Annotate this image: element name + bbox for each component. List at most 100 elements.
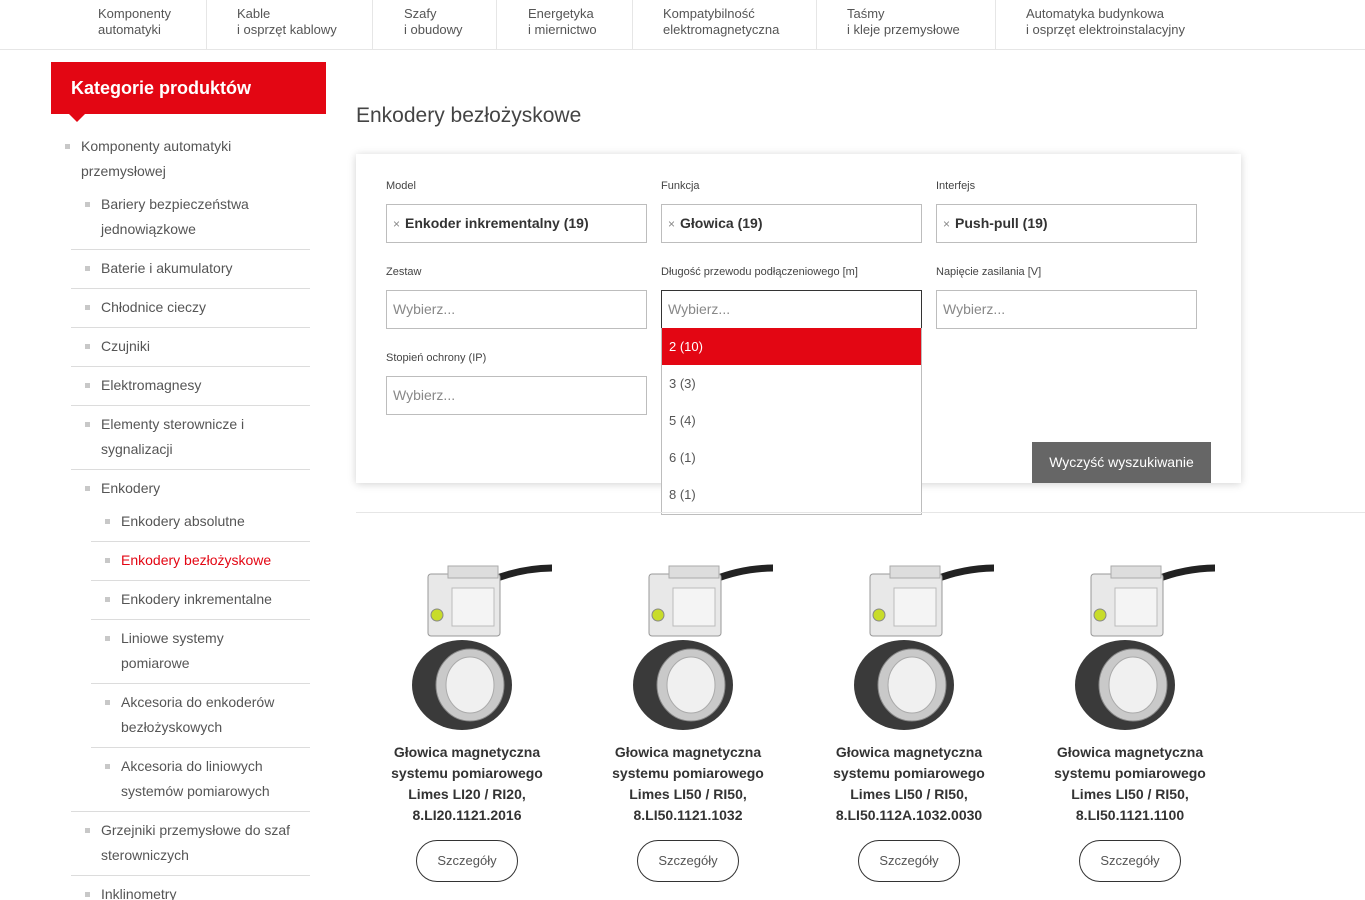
dlugosc-select[interactable]: Wybierz...	[661, 290, 922, 329]
filter-label-ip: Stopień ochrony (IP)	[386, 352, 487, 364]
sidebar-item-baterie[interactable]: Baterie i akumulatory	[85, 256, 233, 281]
sidebar-item-elektromagnesy[interactable]: Elektromagnesy	[85, 373, 202, 398]
sidebar-item-czujniki[interactable]: Czujniki	[85, 334, 150, 359]
dropdown-option[interactable]: 6 (1)	[662, 439, 921, 476]
encoder-head-image[interactable]	[1045, 560, 1215, 730]
nav-line: Kable	[237, 6, 271, 21]
nav-item-energetyka[interactable]: Energetyka i miernictwo	[528, 0, 633, 49]
sidebar-sub-liniowe-systemy[interactable]: Liniowe systemy pomiarowe	[105, 626, 224, 676]
napiecie-select[interactable]: Wybierz...	[936, 290, 1197, 329]
sidebar-title: Kategorie produktów	[51, 62, 326, 122]
cat-line: przemysłowej	[81, 163, 166, 179]
filter-label-interfejs: Interfejs	[936, 180, 976, 192]
sidebar-sub-akcesoria-enkoderow[interactable]: Akcesoria do enkoderów bezłożyskowych	[105, 690, 274, 740]
nav-item-automatyka-budynkowa[interactable]: Automatyka budynkowa i osprzęt elektroins…	[1026, 0, 1216, 49]
encoder-head-image[interactable]	[382, 560, 552, 730]
filter-label-napiecie: Napięcie zasilania [V]	[936, 266, 1042, 278]
product-name-line: Limes LI20 / RI20,	[408, 786, 526, 802]
bullet-icon	[85, 266, 90, 271]
divider	[91, 747, 310, 748]
cat-line: bezłożyskowych	[121, 719, 223, 735]
model-selected-value: Enkoder inkrementalny (19)	[405, 215, 589, 231]
details-button[interactable]: Szczegóły	[416, 840, 518, 882]
interfejs-select[interactable]: × Push-pull (19)	[936, 204, 1197, 243]
encoder-head-image[interactable]	[603, 560, 773, 730]
divider	[71, 811, 310, 812]
details-button[interactable]: Szczegóły	[1079, 840, 1181, 882]
remove-icon[interactable]: ×	[943, 217, 950, 231]
bullet-icon	[105, 764, 110, 769]
filter-label-model: Model	[386, 180, 416, 192]
divider	[91, 580, 310, 581]
product-name-line: Głowica magnetyczna	[393, 744, 541, 760]
product-name-line: Limes LI50 / RI50,	[1071, 786, 1189, 802]
nav-line: i kleje przemysłowe	[847, 22, 960, 37]
remove-icon[interactable]: ×	[668, 217, 675, 231]
product-name[interactable]: Głowica magnetyczna systemu pomiarowego …	[367, 742, 567, 826]
nav-item-tasmy[interactable]: Taśmy i kleje przemysłowe	[847, 0, 996, 49]
sidebar-item-elementy-sterownicze[interactable]: Elementy sterownicze i sygnalizacji	[85, 412, 244, 462]
nav-sep	[206, 0, 207, 49]
cat-line: Enkodery	[101, 480, 161, 496]
sidebar-sub-enkodery-inkrementalne[interactable]: Enkodery inkrementalne	[105, 587, 272, 612]
clear-search-button[interactable]: Wyczyść wyszukiwanie	[1032, 442, 1211, 483]
cat-line: sygnalizacji	[101, 441, 173, 457]
product-name-line: Limes LI50 / RI50,	[850, 786, 968, 802]
sidebar-sub-akcesoria-liniowych[interactable]: Akcesoria do liniowych systemów pomiarowy…	[105, 754, 270, 804]
bullet-icon	[65, 144, 70, 149]
funkcja-select[interactable]: × Głowica (19)	[661, 204, 922, 243]
remove-icon[interactable]: ×	[393, 217, 400, 231]
sidebar-item-inklinometry[interactable]: Inklinometry	[85, 882, 176, 900]
product-name[interactable]: Głowica magnetyczna systemu pomiarowego …	[809, 742, 1009, 826]
divider	[71, 366, 310, 367]
dropdown-option[interactable]: 3 (3)	[662, 365, 921, 402]
details-button[interactable]: Szczegóły	[858, 840, 960, 882]
divider	[91, 683, 310, 684]
product-card: Głowica magnetyczna systemu pomiarowego …	[1030, 560, 1230, 882]
product-card: Głowica magnetyczna systemu pomiarowego …	[588, 560, 788, 882]
product-name[interactable]: Głowica magnetyczna systemu pomiarowego …	[588, 742, 788, 826]
nav-line: Kompatybilność	[663, 6, 755, 21]
sidebar-item-bariery[interactable]: Bariery bezpieczeństwa jednowiązkowe	[85, 192, 249, 242]
zestaw-select[interactable]: Wybierz...	[386, 290, 647, 329]
cat-line: Elektromagnesy	[101, 377, 202, 393]
sidebar-sub-enkodery-bezlozyskowe[interactable]: Enkodery bezłożyskowe	[105, 548, 271, 573]
dropdown-option[interactable]: 2 (10)	[662, 328, 921, 365]
cat-line: Enkodery absolutne	[121, 513, 245, 529]
product-name-line: systemu pomiarowego	[833, 765, 985, 781]
product-name-line: systemu pomiarowego	[1054, 765, 1206, 781]
sidebar-sub-enkodery-absolutne[interactable]: Enkodery absolutne	[105, 509, 245, 534]
divider	[91, 541, 310, 542]
filter-label-funkcja: Funkcja	[661, 180, 700, 192]
bullet-icon	[85, 305, 90, 310]
nav-item-kable[interactable]: Kable i osprzęt kablowy	[237, 0, 373, 49]
dropdown-option[interactable]: 5 (4)	[662, 402, 921, 439]
nav-line: Energetyka	[528, 6, 594, 21]
bullet-icon	[105, 597, 110, 602]
divider	[71, 249, 310, 250]
product-name-line: Głowica magnetyczna	[1056, 744, 1204, 760]
sidebar-item-enkodery[interactable]: Enkodery	[85, 476, 161, 501]
bullet-icon	[85, 828, 90, 833]
encoder-head-image[interactable]	[824, 560, 994, 730]
divider	[71, 405, 310, 406]
product-name[interactable]: Głowica magnetyczna systemu pomiarowego …	[1030, 742, 1230, 826]
nav-item-kompatybilnosc[interactable]: Kompatybilność elektromagnetyczna	[663, 0, 817, 49]
page-title: Enkodery bezłożyskowe	[356, 104, 582, 127]
nav-item-szafy[interactable]: Szafy i obudowy	[404, 0, 497, 49]
divider	[91, 619, 310, 620]
sidebar-item-chlodnice[interactable]: Chłodnice cieczy	[85, 295, 206, 320]
bullet-icon	[85, 202, 90, 207]
dropdown-option[interactable]: 8 (1)	[662, 476, 921, 513]
filter-label-dlugosc: Długość przewodu podłączeniowego [m]	[661, 266, 858, 278]
bullet-icon	[85, 486, 90, 491]
model-select[interactable]: × Enkoder inkrementalny (19)	[386, 204, 647, 243]
sidebar-item-grzejniki[interactable]: Grzejniki przemysłowe do szaf sterowniczy…	[85, 818, 291, 868]
nav-line: Automatyka budynkowa	[1026, 6, 1165, 21]
details-button[interactable]: Szczegóły	[637, 840, 739, 882]
bullet-icon	[105, 700, 110, 705]
ip-select[interactable]: Wybierz...	[386, 376, 647, 415]
cat-line: Grzejniki przemysłowe do szaf	[101, 822, 291, 838]
sidebar-item-komponenty-automatyki[interactable]: Komponenty automatyki przemysłowej	[65, 134, 231, 184]
nav-item-komponenty[interactable]: Komponenty automatyki	[98, 0, 207, 49]
